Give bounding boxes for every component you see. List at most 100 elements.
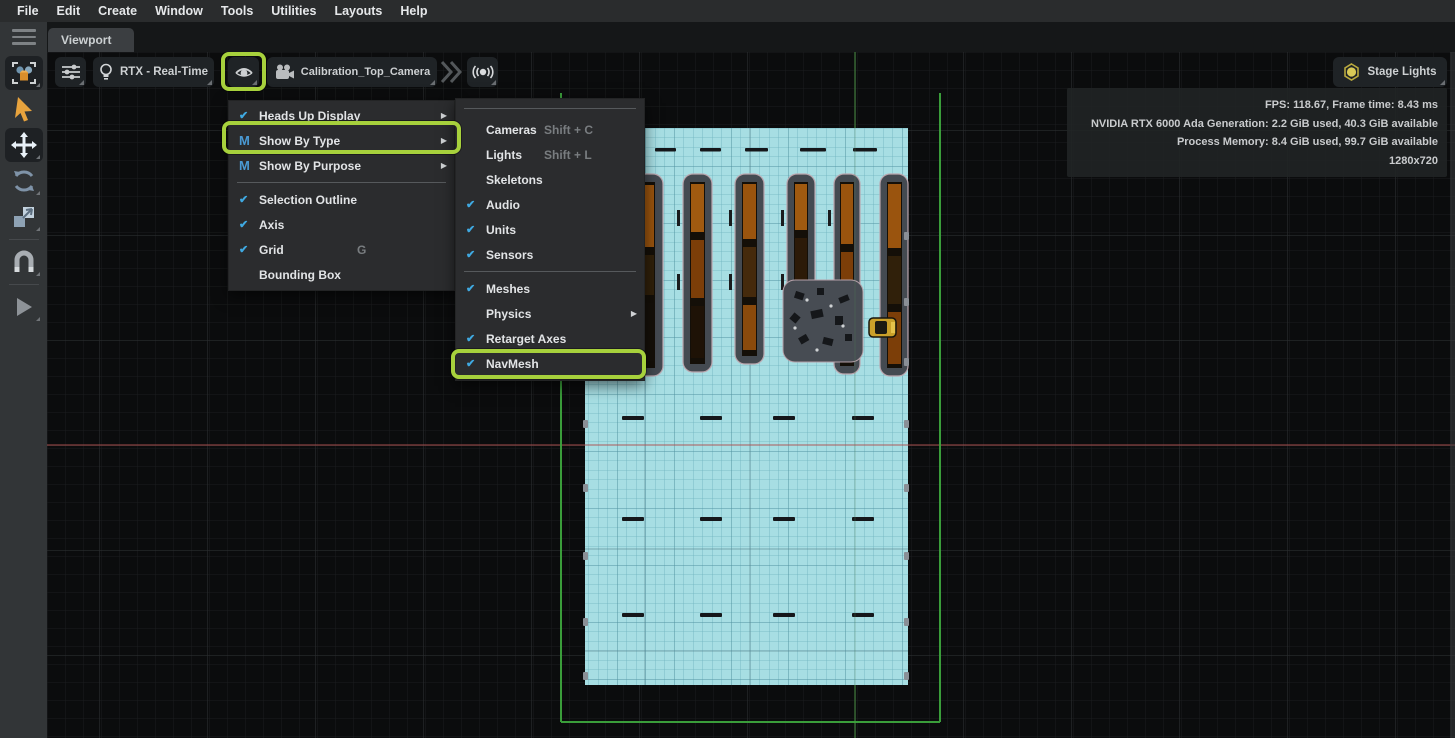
- menu-item-bounding-box[interactable]: Bounding Box: [229, 262, 454, 287]
- menu-utilities[interactable]: Utilities: [262, 4, 325, 18]
- menu-item-meshes[interactable]: ✔ Meshes: [456, 276, 644, 301]
- stage-lights-label: Stage Lights: [1367, 66, 1436, 78]
- menu-bar: File Edit Create Window Tools Utilities …: [0, 0, 1455, 22]
- menu-help[interactable]: Help: [391, 4, 436, 18]
- menu-item-selection-outline[interactable]: ✔ Selection Outline: [229, 187, 454, 212]
- viewport-scrollbar[interactable]: [1450, 52, 1455, 738]
- renderer-label: RTX - Real-Time: [120, 66, 208, 78]
- move-tool-button[interactable]: [5, 128, 43, 162]
- menu-item-label: Cameras: [486, 123, 537, 137]
- toolbar-expand-chevron-icon[interactable]: [439, 59, 463, 85]
- menu-item-label: Meshes: [486, 282, 530, 296]
- menu-item-heads-up-display[interactable]: ✔ Heads Up Display ▶: [229, 103, 454, 128]
- hud-fps: FPS: 118.67, Frame time: 8.43 ms: [1076, 96, 1438, 115]
- menu-item-label: Physics: [486, 307, 531, 321]
- submenu-arrow-icon: ▶: [441, 161, 447, 170]
- menu-item-retarget-axes[interactable]: ✔ Retarget Axes: [456, 326, 644, 351]
- menu-item-label: Lights: [486, 148, 522, 162]
- menu-item-label: Sensors: [486, 248, 533, 262]
- menu-item-cameras[interactable]: Cameras Shift + C: [456, 117, 644, 142]
- mixed-state-icon: M: [239, 158, 259, 173]
- stage-lights-button[interactable]: Stage Lights: [1333, 57, 1447, 87]
- selection-mode-icon: [10, 59, 38, 87]
- tab-viewport[interactable]: Viewport: [48, 28, 134, 52]
- snap-tool-button[interactable]: [5, 245, 43, 279]
- menu-item-navmesh[interactable]: ✔ NavMesh: [456, 351, 644, 376]
- stage-light-icon: [1343, 63, 1360, 81]
- viewport-settings-button[interactable]: [55, 57, 86, 87]
- menu-separator: [237, 182, 446, 183]
- move-icon: [10, 131, 38, 159]
- sidebar-separator: [9, 239, 39, 240]
- menu-item-axis[interactable]: ✔ Axis: [229, 212, 454, 237]
- menu-item-label: NavMesh: [486, 357, 539, 371]
- menu-item-label: Axis: [259, 218, 284, 232]
- menu-item-sensors[interactable]: ✔ Sensors: [456, 242, 644, 267]
- shelf-rack: [683, 174, 712, 372]
- left-toolbar: [0, 22, 47, 738]
- menu-item-label: Show By Purpose: [259, 159, 361, 173]
- menu-item-label: Retarget Axes: [486, 332, 566, 346]
- select-tool-button[interactable]: [5, 92, 43, 126]
- submenu-arrow-icon: ▶: [631, 309, 637, 318]
- menu-item-audio[interactable]: ✔ Audio: [456, 192, 644, 217]
- menu-tools[interactable]: Tools: [212, 4, 262, 18]
- toolbar-handle-icon[interactable]: [12, 29, 36, 45]
- check-icon: ✔: [239, 109, 259, 122]
- cursor-icon: [11, 95, 37, 123]
- omniverse-window: File Edit Create Window Tools Utilities …: [0, 0, 1455, 738]
- menu-item-show-by-purpose[interactable]: M Show By Purpose ▶: [229, 153, 454, 178]
- scale-tool-button[interactable]: [5, 200, 43, 234]
- audio-settings-button[interactable]: [467, 57, 498, 87]
- menu-create[interactable]: Create: [89, 4, 146, 18]
- scale-icon: [11, 204, 37, 230]
- menu-item-label: Heads Up Display: [259, 109, 360, 123]
- selection-mode-button[interactable]: [5, 56, 43, 90]
- menu-item-label: Selection Outline: [259, 193, 357, 207]
- menu-item-label: Skeletons: [486, 173, 543, 187]
- check-icon: ✔: [239, 193, 259, 206]
- menu-item-shortcut: G: [357, 243, 366, 257]
- warehouse-robot: [869, 318, 896, 337]
- menu-separator: [464, 271, 636, 272]
- speaker-waves-icon: [472, 64, 494, 80]
- hud-memory: Process Memory: 8.4 GiB used, 99.7 GiB a…: [1076, 133, 1438, 152]
- mixed-state-icon: M: [239, 133, 259, 148]
- shelf-rack: [735, 174, 764, 364]
- play-button[interactable]: [5, 290, 43, 324]
- magnet-icon: [11, 249, 37, 275]
- eye-icon: [234, 64, 254, 80]
- play-icon: [12, 295, 36, 319]
- camera-selector-button[interactable]: Calibration_Top_Camera: [267, 57, 437, 87]
- menu-file[interactable]: File: [8, 4, 48, 18]
- viewport-panel: RTX - Real-Time Calibration_Top_Camera: [47, 52, 1455, 738]
- hud-gpu: NVIDIA RTX 6000 Ada Generation: 2.2 GiB …: [1076, 115, 1438, 134]
- show-by-type-submenu: Cameras Shift + C Lights Shift + L Skele…: [455, 98, 645, 381]
- menu-item-label: Bounding Box: [259, 268, 341, 282]
- menu-item-lights[interactable]: Lights Shift + L: [456, 142, 644, 167]
- sidebar-separator: [9, 284, 39, 285]
- shelf-rack: [880, 174, 908, 376]
- video-camera-icon: [274, 64, 294, 81]
- tab-bar: Viewport: [47, 22, 1455, 52]
- renderer-selector-button[interactable]: RTX - Real-Time: [93, 57, 214, 87]
- menu-item-shortcut: Shift + L: [544, 148, 592, 162]
- menu-item-units[interactable]: ✔ Units: [456, 217, 644, 242]
- menu-item-grid[interactable]: ✔ Grid G: [229, 237, 454, 262]
- menu-item-show-by-type[interactable]: M Show By Type ▶: [229, 128, 454, 153]
- rotate-tool-button[interactable]: [5, 164, 43, 198]
- menu-window[interactable]: Window: [146, 4, 212, 18]
- menu-layouts[interactable]: Layouts: [325, 4, 391, 18]
- sliders-icon: [62, 64, 80, 80]
- menu-separator: [464, 108, 636, 109]
- check-icon: ✔: [239, 243, 259, 256]
- menu-item-skeletons[interactable]: Skeletons: [456, 167, 644, 192]
- tab-viewport-label: Viewport: [61, 33, 111, 47]
- submenu-arrow-icon: ▶: [441, 136, 447, 145]
- menu-item-label: Grid: [259, 243, 284, 257]
- camera-label: Calibration_Top_Camera: [301, 66, 430, 78]
- display-options-button[interactable]: [228, 57, 259, 87]
- check-icon: ✔: [466, 357, 486, 370]
- menu-edit[interactable]: Edit: [48, 4, 90, 18]
- menu-item-physics[interactable]: Physics ▶: [456, 301, 644, 326]
